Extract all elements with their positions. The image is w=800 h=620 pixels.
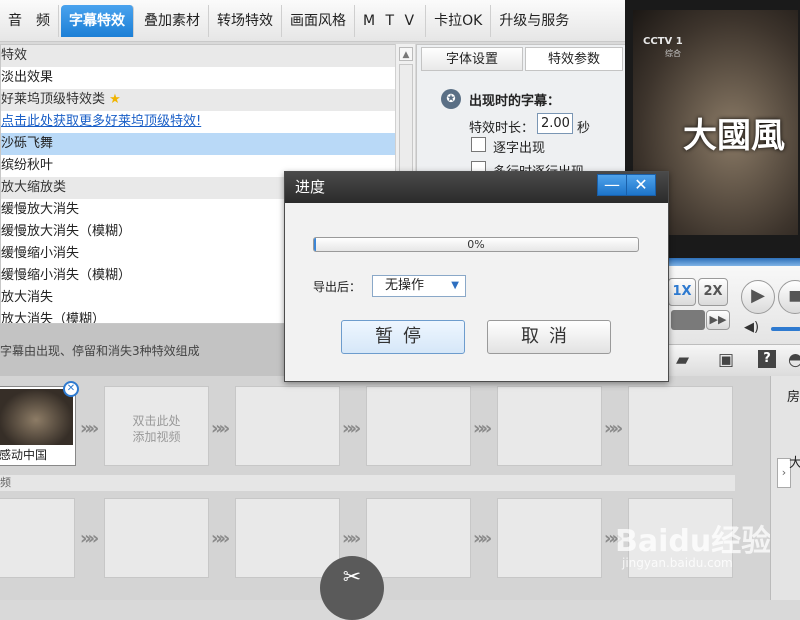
tab-audio[interactable]: 音 频 (0, 4, 59, 37)
timeline: 感动中国 ✕ »» 双击此处 添加视频 »» »» »» »» 频 »» »» … (0, 376, 772, 620)
remove-clip-icon[interactable]: ✕ (63, 381, 79, 397)
empty-video-slot[interactable] (104, 498, 209, 578)
transition-arrow-icon[interactable]: »» (342, 418, 361, 439)
volume-icon[interactable]: ◀) (744, 320, 759, 335)
tab-picture-style[interactable]: 画面风格 (282, 4, 355, 37)
play-button[interactable]: ▶ (741, 280, 775, 314)
empty-video-slot[interactable] (497, 386, 602, 466)
tab-font-settings[interactable]: 字体设置 (421, 47, 523, 71)
video-caption: 大國風 (683, 116, 785, 156)
empty-video-slot[interactable] (366, 498, 471, 578)
speed-2x-button[interactable]: 2X (698, 278, 728, 306)
transition-arrow-icon[interactable]: »» (80, 528, 99, 549)
volume-slider[interactable] (771, 327, 800, 331)
tab-overlay-material[interactable]: 叠加素材 (136, 4, 209, 37)
tab-bar: 音 频 字幕特效 叠加素材 转场特效 画面风格 M T V 卡拉OK 升级与服务 (0, 0, 625, 42)
empty-video-slot[interactable] (0, 498, 75, 578)
empty-video-slot[interactable] (497, 498, 602, 578)
more-effects-link[interactable]: 点击此处获取更多好莱坞顶级特效! (1, 111, 396, 133)
star-badge-icon: ✪ (441, 89, 461, 109)
empty-video-slot[interactable] (366, 386, 471, 466)
empty-video-slot[interactable] (235, 386, 340, 466)
transition-arrow-icon[interactable]: »» (473, 528, 492, 549)
clip-label: 感动中国 (0, 448, 48, 462)
speed-1x-button[interactable]: 1X (668, 278, 696, 306)
add-video-hint: 双击此处 添加视频 (132, 414, 181, 444)
list-category-label: 好莱坞顶级特效类 (1, 92, 106, 107)
transition-arrow-icon[interactable]: »» (342, 528, 361, 549)
list-item[interactable]: 淡出效果 (1, 67, 396, 89)
empty-video-slot[interactable]: 双击此处 添加视频 (104, 386, 209, 466)
star-icon: ★ (105, 92, 121, 107)
scroll-up-icon[interactable]: ▲ (399, 47, 413, 61)
tab-karaoke[interactable]: 卡拉OK (426, 4, 492, 37)
duration-label: 特效时长： (469, 121, 535, 136)
channel-logo: CCTV 1 (643, 36, 683, 47)
empty-video-slot[interactable] (628, 386, 733, 466)
watermark-logo: Baidu经验 (615, 524, 772, 559)
transition-arrow-icon[interactable]: »» (211, 418, 230, 439)
right-panel-text: 大 (789, 456, 800, 471)
transition-arrow-icon[interactable]: »» (211, 528, 230, 549)
tab-effect-params[interactable]: 特效参数 (525, 47, 623, 71)
progress-text: 0% (467, 238, 485, 251)
effect-settings-panel: 字体设置 特效参数 ✪ 出现时的字幕： 特效时长： 2.00 秒 逐字出现 多行… (416, 44, 626, 184)
help-icon[interactable]: ? (758, 350, 776, 368)
list-category[interactable]: 好莱坞顶级特效类 ★ (1, 89, 396, 111)
after-export-select[interactable]: 无操作 ▼ (372, 275, 466, 297)
close-icon[interactable]: ✕ (626, 174, 656, 196)
tab-transition-effects[interactable]: 转场特效 (209, 4, 282, 37)
empty-video-slot[interactable] (235, 498, 340, 578)
list-category[interactable]: 特效 (1, 45, 396, 67)
transition-arrow-icon[interactable]: »» (604, 418, 623, 439)
fast-forward-icon[interactable]: ▶▶ (706, 310, 730, 330)
tab-subtitle-effects[interactable]: 字幕特效 (61, 4, 134, 37)
right-panel: › 房 大 (770, 376, 800, 600)
video-clip[interactable]: 感动中国 ✕ (0, 381, 79, 466)
track-label: 频 (0, 475, 735, 491)
settings-icon[interactable]: ◓ (788, 350, 800, 370)
scissors-icon[interactable]: ✂ (320, 556, 384, 620)
tab-upgrade-service[interactable]: 升级与服务 (491, 5, 577, 37)
duration-unit: 秒 (577, 121, 591, 136)
stop-button[interactable]: ■ (778, 280, 800, 314)
progress-dialog: 进度 — ✕ 0% 导出后： 无操作 ▼ 暂停 取消 (284, 171, 669, 382)
char-by-char-checkbox[interactable] (471, 137, 486, 152)
clip-thumbnail (0, 389, 73, 445)
char-by-char-label: 逐字出现 (493, 141, 546, 156)
after-export-label: 导出后： (313, 280, 362, 294)
channel-sub: 综合 (665, 49, 681, 58)
transition-arrow-icon[interactable]: »» (473, 418, 492, 439)
minimize-icon[interactable]: — (597, 174, 627, 196)
chevron-down-icon: ▼ (451, 280, 459, 291)
right-panel-tab[interactable]: 房 (787, 386, 800, 405)
dialog-title: 进度 (295, 178, 326, 196)
after-export-value: 无操作 (385, 278, 425, 293)
progress-slider[interactable] (671, 310, 705, 330)
section-title: 出现时的字幕： (469, 94, 561, 109)
transition-arrow-icon[interactable]: »» (80, 418, 99, 439)
watermark-url: jingyan.baidu.com (622, 556, 733, 570)
list-item-selected[interactable]: 沙砾飞舞 (1, 133, 396, 155)
duration-input[interactable]: 2.00 (537, 113, 573, 134)
save-icon[interactable]: ▣ (718, 350, 734, 370)
tab-mtv[interactable]: M T V (355, 4, 427, 37)
open-folder-icon[interactable]: ▰ (676, 350, 689, 370)
export-progress-bar: 0% (313, 237, 639, 252)
pause-button[interactable]: 暂停 (341, 320, 465, 354)
cancel-button[interactable]: 取消 (487, 320, 611, 354)
